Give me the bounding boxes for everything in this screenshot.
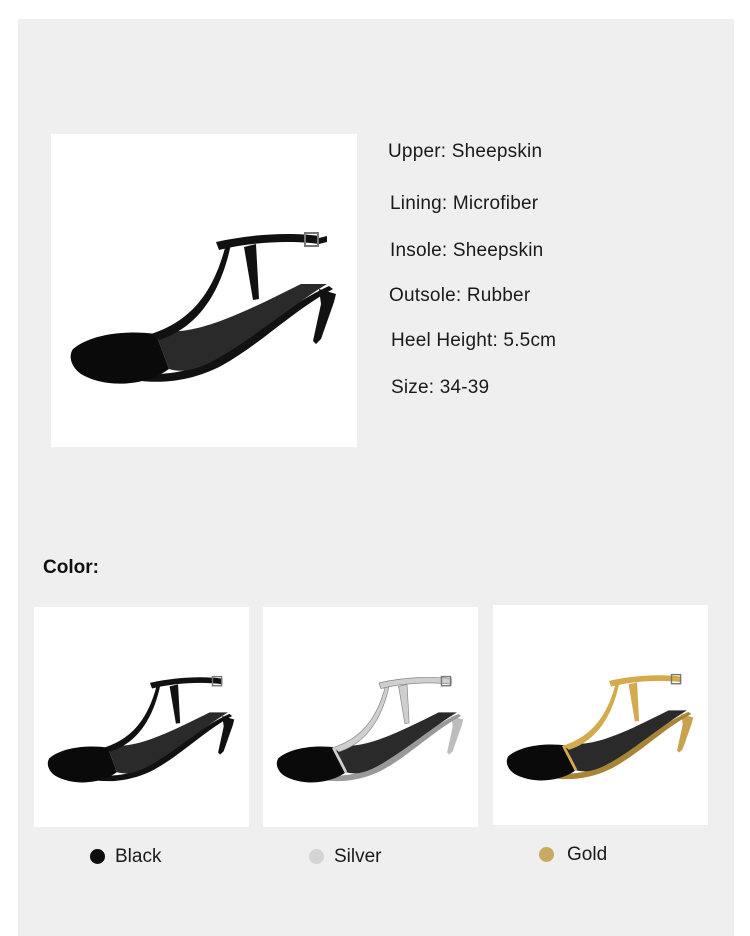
color-dot-silver: [309, 849, 324, 864]
heel-sandal-icon: [506, 673, 694, 781]
spec-insole: Insole: Sheepskin: [390, 240, 544, 261]
color-label-gold: Gold: [567, 844, 608, 865]
color-dot-black: [90, 849, 105, 864]
color-dot-gold: [539, 847, 554, 862]
spec-lining: Lining: Microfiber: [390, 193, 539, 214]
color-photo-black[interactable]: [34, 607, 249, 827]
heel-sandal-icon: [47, 675, 235, 783]
color-photo-gold[interactable]: [493, 605, 708, 825]
product-photo-main: [51, 134, 357, 447]
color-label-silver: Silver: [334, 846, 382, 867]
color-photo-silver[interactable]: [263, 607, 478, 827]
color-label-black: Black: [115, 846, 162, 867]
color-heading: Color:: [43, 557, 99, 578]
spec-size: Size: 34-39: [391, 377, 490, 398]
spec-heel-height: Heel Height: 5.5cm: [391, 330, 557, 351]
heel-sandal-icon: [276, 675, 464, 783]
heel-sandal-icon: [70, 232, 336, 384]
spec-upper: Upper: Sheepskin: [388, 141, 543, 162]
spec-outsole: Outsole: Rubber: [389, 285, 531, 306]
